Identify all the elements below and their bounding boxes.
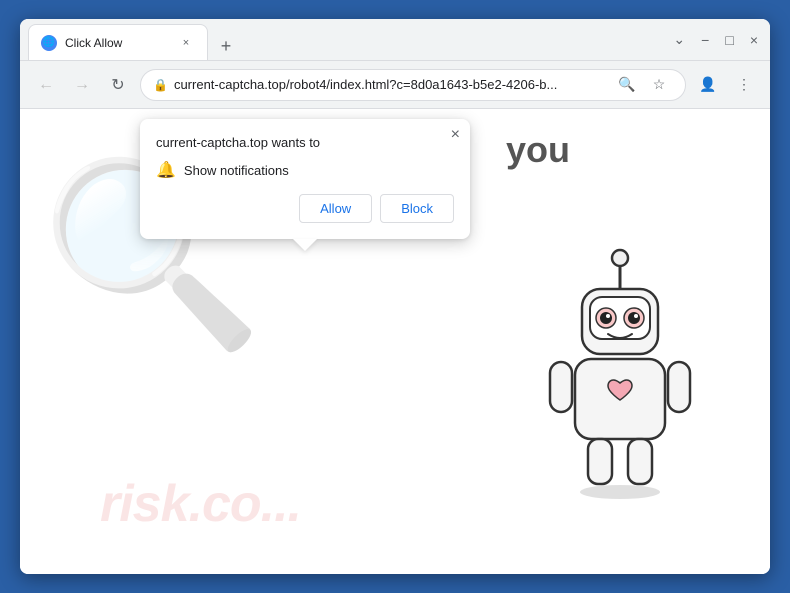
profile-icon[interactable]: 👤 [694,71,722,99]
notification-row: 🔔 Show notifications [156,160,454,180]
new-tab-button[interactable]: + [212,32,240,60]
forward-button[interactable]: → [68,71,96,99]
notification-popup: × current-captcha.top wants to 🔔 Show no… [140,119,470,239]
refresh-button[interactable]: ↻ [104,71,132,99]
watermark-text: risk.co... [100,474,301,534]
active-tab[interactable]: 🌐 Click Allow × [28,24,208,60]
search-icon[interactable]: 🔍 [613,71,641,99]
title-bar: 🌐 Click Allow × + ⌄ − □ × [20,19,770,61]
bell-icon: 🔔 [156,160,176,180]
robot-illustration [520,234,740,554]
maximize-button[interactable]: □ [721,28,737,52]
block-button[interactable]: Block [380,194,454,223]
bookmark-icon[interactable]: ☆ [645,71,673,99]
popup-tail [293,239,317,251]
chevron-down-icon[interactable]: ⌄ [669,27,689,52]
url-actions: 🔍 ☆ [613,71,673,99]
allow-button[interactable]: Allow [299,194,372,223]
tab-title: Click Allow [65,36,169,50]
address-bar: ← → ↻ 🔒 current-captcha.top/robot4/index… [20,61,770,109]
url-bar[interactable]: 🔒 current-captcha.top/robot4/index.html?… [140,69,686,101]
tab-close-button[interactable]: × [177,34,195,52]
webpage: 🔍 you risk.co... [20,109,770,574]
menu-icon[interactable]: ⋮ [730,71,758,99]
popup-buttons: Allow Block [156,194,454,223]
close-button[interactable]: × [746,28,762,52]
tab-favicon: 🌐 [41,35,57,51]
url-text: current-captcha.top/robot4/index.html?c=… [174,77,607,92]
window-controls: ⌄ − □ × [669,27,762,52]
popup-title: current-captcha.top wants to [156,135,454,150]
minimize-button[interactable]: − [697,28,713,52]
lock-icon: 🔒 [153,78,168,92]
popup-close-button[interactable]: × [451,127,460,143]
browser-window: 🌐 Click Allow × + ⌄ − □ × ← → ↻ 🔒 curre [20,19,770,574]
notification-label: Show notifications [184,163,289,178]
tab-area: 🌐 Click Allow × + [28,19,665,60]
you-text: you [506,129,570,171]
back-button[interactable]: ← [32,71,60,99]
